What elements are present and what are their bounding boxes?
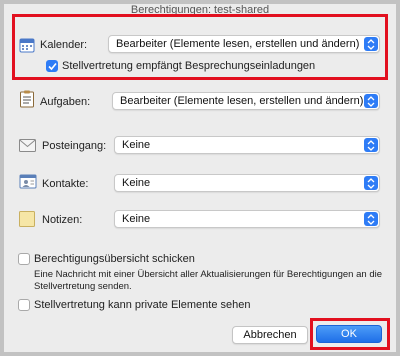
contacts-label: Kontakte: — [42, 178, 89, 190]
tasks-permission-value: Bearbeiter (Elemente lesen, erstellen un… — [120, 95, 364, 107]
inbox-permission-value: Keine — [122, 139, 151, 151]
contacts-select-stepper-icon — [364, 176, 378, 190]
permissions-dialog: Berechtigungen: test-shared Kalender: Be… — [0, 0, 400, 356]
tasks-select-stepper-icon — [364, 94, 378, 108]
ok-button[interactable]: OK — [316, 325, 382, 343]
cancel-button[interactable]: Abbrechen — [232, 326, 308, 344]
calendar-label: Kalender: — [40, 39, 88, 51]
inbox-icon — [19, 139, 36, 157]
inbox-permission-select[interactable]: Keine — [114, 136, 380, 154]
inbox-label: Posteingang: — [42, 140, 107, 152]
send-permission-summary-checkbox[interactable] — [18, 253, 30, 265]
delegate-see-private-checkbox[interactable] — [18, 299, 30, 311]
tasks-icon — [19, 90, 35, 113]
delegate-receives-invitations-label: Stellvertretung empfängt Besprechungsein… — [62, 60, 316, 72]
delegate-see-private-label: Stellvertretung kann private Elemente se… — [34, 299, 251, 311]
notes-permission-select[interactable]: Keine — [114, 210, 380, 228]
tasks-label: Aufgaben: — [40, 96, 91, 108]
calendar-permission-select[interactable]: Bearbeiter (Elemente lesen, erstellen un… — [108, 35, 380, 53]
send-permission-summary-description: Eine Nachricht mit einer Übersicht aller… — [34, 269, 382, 292]
calendar-permission-value: Bearbeiter (Elemente lesen, erstellen un… — [116, 38, 360, 50]
notes-permission-value: Keine — [122, 213, 151, 225]
contacts-permission-value: Keine — [122, 177, 151, 189]
notes-icon — [19, 211, 35, 232]
send-permission-summary-label: Berechtigungsübersicht schicken — [34, 253, 195, 265]
contacts-icon — [19, 173, 37, 194]
contacts-permission-select[interactable]: Keine — [114, 174, 380, 192]
calendar-icon — [19, 37, 35, 58]
tasks-permission-select[interactable]: Bearbeiter (Elemente lesen, erstellen un… — [112, 92, 380, 110]
inbox-select-stepper-icon — [364, 138, 378, 152]
delegate-receives-invitations-checkbox[interactable] — [46, 60, 58, 72]
calendar-select-stepper-icon — [364, 37, 378, 51]
notes-select-stepper-icon — [364, 212, 378, 226]
notes-label: Notizen: — [42, 214, 83, 226]
